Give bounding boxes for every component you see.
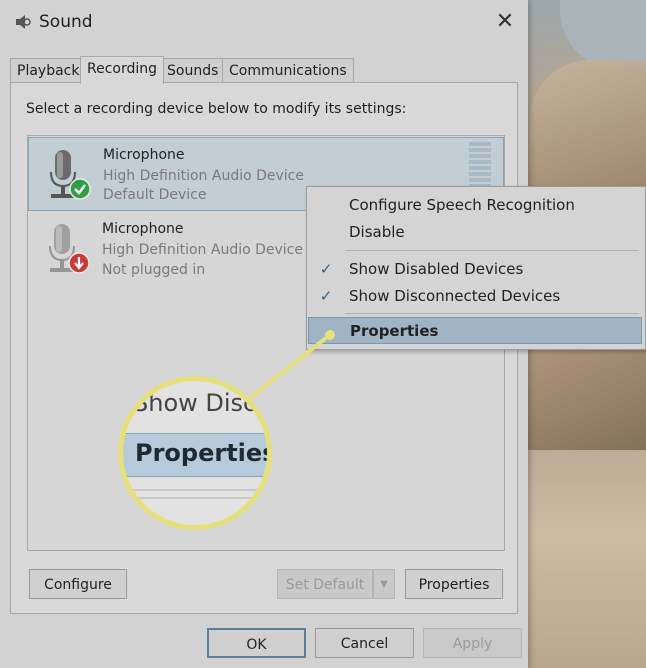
window-title: Sound	[39, 12, 93, 32]
set-default-dropdown-arrow[interactable]: ▼	[373, 569, 395, 599]
cancel-button[interactable]: Cancel	[315, 628, 414, 658]
menu-item-show-disconnected[interactable]: ✓ Show Disconnected Devices	[308, 283, 642, 310]
menu-item-properties[interactable]: Properties	[308, 317, 642, 344]
menu-item-label: Show Disconnected Devices	[349, 287, 561, 305]
ok-button[interactable]: OK	[207, 628, 306, 658]
menu-item-disable[interactable]: Disable	[308, 219, 642, 246]
menu-separator	[345, 250, 639, 251]
magnified-properties-text: Properties	[135, 439, 272, 467]
menu-item-show-disabled[interactable]: ✓ Show Disabled Devices	[308, 256, 642, 283]
device-driver: High Definition Audio Device	[103, 168, 304, 184]
device-name: Microphone	[102, 221, 184, 237]
instruction-text: Select a recording device below to modif…	[26, 101, 407, 117]
magnifier-callout: Show Disc Properties	[118, 376, 272, 530]
magnified-partial-text: Show Disc	[133, 389, 257, 417]
device-name: Microphone	[103, 147, 185, 163]
context-menu: Configure Speech Recognition Disable ✓ S…	[306, 186, 646, 350]
tab-playback[interactable]: Playback	[10, 58, 87, 83]
apply-button[interactable]: Apply	[423, 628, 522, 658]
title-bar[interactable]: Sound ✕	[0, 0, 528, 46]
checkmark-icon: ✓	[319, 260, 333, 278]
menu-item-label: Properties	[350, 322, 439, 340]
menu-item-label: Disable	[349, 223, 405, 241]
set-default-button[interactable]: Set Default	[277, 569, 373, 599]
green-check-icon	[69, 178, 91, 200]
menu-separator	[345, 313, 639, 314]
device-status: Not plugged in	[102, 262, 206, 278]
device-status: Default Device	[103, 187, 207, 203]
speaker-icon	[16, 15, 31, 29]
tab-communications[interactable]: Communications	[222, 58, 354, 83]
magnified-menu-lines	[123, 483, 267, 523]
checkmark-icon: ✓	[319, 287, 333, 305]
tab-recording[interactable]: Recording	[80, 56, 165, 84]
tab-sounds[interactable]: Sounds	[160, 58, 226, 83]
configure-button[interactable]: Configure	[29, 569, 127, 599]
properties-button[interactable]: Properties	[405, 569, 503, 599]
menu-item-label: Show Disabled Devices	[349, 260, 524, 278]
close-button[interactable]: ✕	[490, 8, 520, 36]
menu-item-configure-speech[interactable]: Configure Speech Recognition	[308, 192, 642, 219]
device-driver: High Definition Audio Device	[102, 242, 303, 258]
menu-item-label: Configure Speech Recognition	[349, 196, 575, 214]
red-down-arrow-icon	[68, 252, 90, 274]
